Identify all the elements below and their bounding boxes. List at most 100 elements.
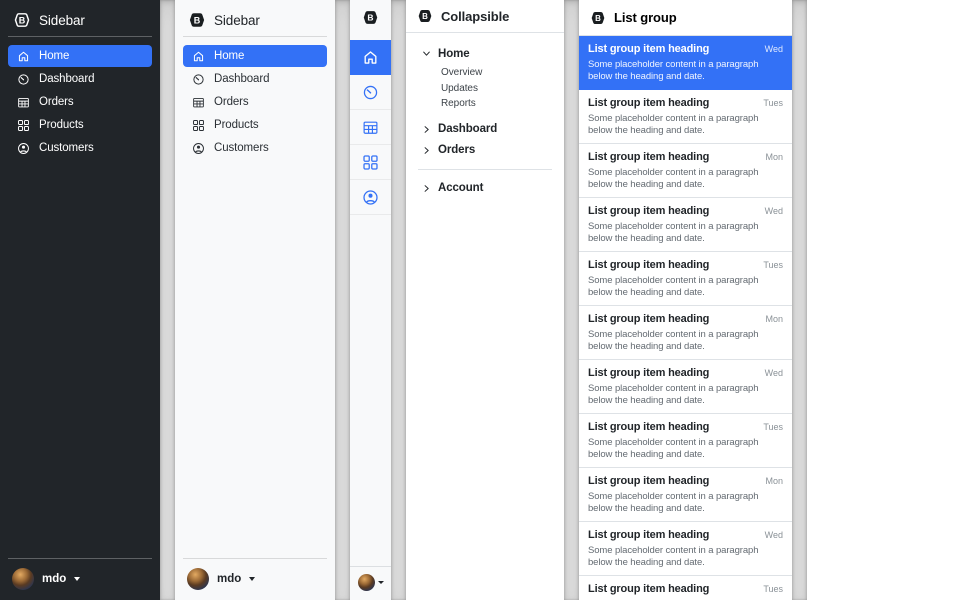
list-item-heading: List group item heading [588,97,709,109]
svg-text:B: B [194,15,201,25]
list-group-item[interactable]: List group item heading Tues Some placehol… [579,414,792,468]
list-item-body: Some placeholder content in a paragraphb… [588,491,783,514]
brand[interactable]: B Sidebar [183,8,327,36]
list-item-body: Some placeholder content in a paragraphb… [588,113,783,136]
tree-subitem-updates[interactable]: Updates [441,81,556,97]
brand[interactable]: B List group [579,0,792,36]
nav-item-dashboard[interactable]: Dashboard [8,68,152,90]
list-group-item[interactable]: List group item headingWedSome placehold… [579,360,792,414]
grid-icon [17,119,30,132]
list-item-date: Tues [763,422,783,432]
list-group-item[interactable]: List group item heading Tues Some placehol… [579,90,792,144]
nav-item-orders[interactable]: Orders [183,91,327,113]
example-divider [160,0,175,600]
list-item-head: List group item headingWed [588,367,783,379]
list-group-item[interactable]: List group item headingWedSome placehold… [579,198,792,252]
avatar [12,568,34,590]
tree-subitem-reports[interactable]: Reports [441,96,556,112]
list-item-heading: List group item heading [588,583,709,595]
tree-item-orders[interactable]: Orders [414,141,556,160]
nav-item-products[interactable]: Products [8,114,152,136]
icon-nav-item-speedometer[interactable] [350,75,391,110]
list-group-item[interactable]: List group item headingTuesSome placehol… [579,576,792,600]
list-item-date: Wed [765,368,783,378]
brand[interactable]: B Sidebar [8,8,152,36]
example-divider [335,0,350,600]
list-group-item[interactable]: List group item headingMon Some placehold… [579,468,792,522]
icon-nav-item-person-circle[interactable] [350,180,391,215]
speedometer-icon [192,73,205,86]
list-item-body-line: Some placeholder content in a paragraph [588,275,783,287]
list-item-date: Tues [763,98,783,108]
nav-item-products[interactable]: Products [183,114,327,136]
icon-nav-item-grid[interactable] [350,145,391,180]
list-item-heading: List group item heading [588,205,709,217]
list-item-body-line: Some placeholder content in a paragraph [588,491,783,503]
user-menu[interactable]: mdo [183,566,327,592]
tree-item-label: Dashboard [438,123,497,135]
tree-item-account[interactable]: Account [414,179,556,198]
nav-item-home[interactable]: Home [8,45,152,67]
icon-nav-item-table[interactable] [350,110,391,145]
nav-item-label: Products [39,119,84,131]
list-group-item[interactable]: List group item headingWedSome placehold… [579,522,792,576]
tree-item-label: Home [438,48,470,60]
nav-item-customers[interactable]: Customers [183,137,327,159]
collapsible-title: Collapsible [441,9,509,24]
avatar [187,568,209,590]
tree-divider [418,169,552,170]
user-name: mdo [42,573,66,585]
nav-item-label: Customers [39,142,94,154]
divider [8,558,152,559]
tree-item-home[interactable]: Home [414,44,556,63]
nav-item-home[interactable]: Home [183,45,327,67]
chevron-down-icon [422,49,431,58]
list-item-body-line: below the heading and date. [588,449,783,461]
chevron-down-icon [249,577,255,581]
nav-item-orders[interactable]: Orders [8,91,152,113]
nav-list: Home Dashboard Orders Products Customers [183,45,327,160]
nav-item-dashboard[interactable]: Dashboard [183,68,327,90]
nav-item-label: Dashboard [214,73,269,85]
svg-text:B: B [367,13,373,23]
list-group-item[interactable]: List group item headingWedSome placehold… [579,36,792,90]
list-group-title: List group [614,10,677,25]
nav-item-label: Products [214,119,259,131]
list-item-body: Some placeholder content in a paragraphb… [588,437,783,460]
person-circle-icon [362,189,379,206]
tree-item-dashboard[interactable]: Dashboard [414,120,556,139]
chevron-right-icon [422,125,431,134]
list-item-heading: List group item heading [588,43,709,55]
sidebar-footer: mdo [183,558,327,592]
bootstrap-logo-icon: B [416,8,434,24]
speedometer-icon [17,73,30,86]
list-item-heading: List group item heading [588,313,709,325]
list-item-body-line: below the heading and date. [588,503,783,515]
brand[interactable]: B Collapsible [406,0,564,33]
nav-list: HomeDashboardOrders Products Customers [8,45,152,160]
example-divider [564,0,579,600]
list-group-item[interactable]: List group item headingMonSome placehold… [579,306,792,360]
list-item-heading: List group item heading [588,151,709,163]
icon-nav-item-house[interactable] [350,40,391,75]
list-group-item[interactable]: List group item headingMonSome placehold… [579,144,792,198]
list-item-head: List group item headingMon [588,475,783,487]
icon-nav-list [350,40,391,215]
brand[interactable]: B [361,0,380,40]
list-item-heading: List group item heading [588,421,709,433]
list-item-body-line: below the heading and date. [588,395,783,407]
list-item-head: List group item heading Tues [588,97,783,109]
user-menu[interactable]: mdo [8,566,152,592]
list-item-body: Some placeholder content in a paragraphb… [588,545,783,568]
list-item-body-line: Some placeholder content in a paragraph [588,329,783,341]
list-group-item[interactable]: List group item headingTuesSome placehol… [579,252,792,306]
grid-icon [192,119,205,132]
user-menu[interactable] [350,566,391,600]
nav-item-customers[interactable]: Customers [8,137,152,159]
list-item-heading: List group item heading [588,529,709,541]
tree-subitem-overview[interactable]: Overview [441,65,556,81]
list-item-body: Some placeholder content in a paragraphb… [588,221,783,244]
list-item-heading: List group item heading [588,475,709,487]
list-item-date: Tues [763,584,783,594]
house-icon [362,49,379,66]
